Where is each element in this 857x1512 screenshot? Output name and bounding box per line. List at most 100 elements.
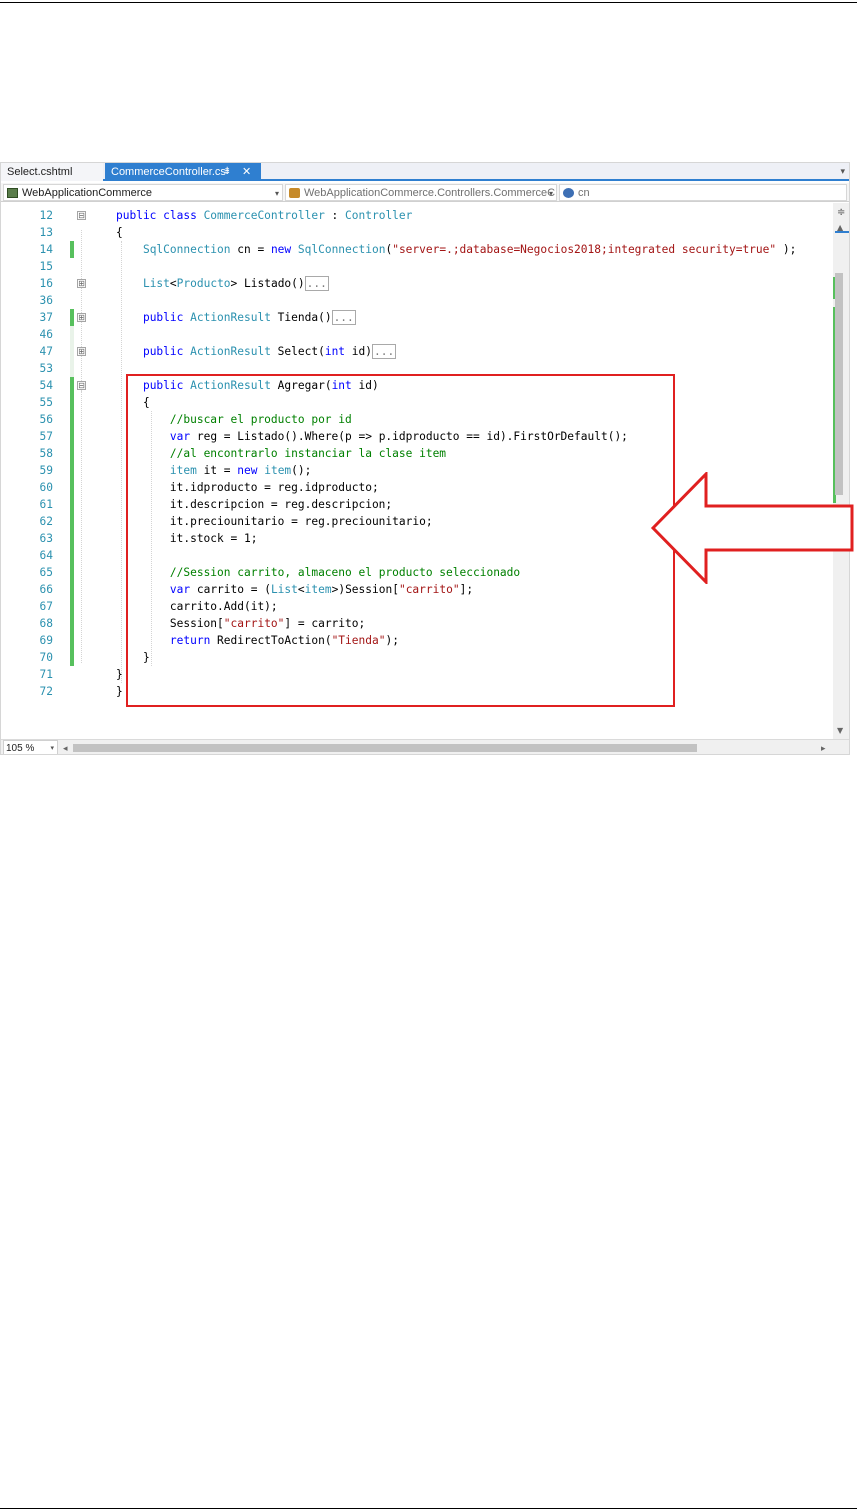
scroll-down-icon[interactable]: ▼ — [837, 726, 843, 735]
change-indicator — [70, 326, 74, 343]
chevron-down-icon: ▾ — [274, 189, 279, 198]
code-line[interactable]: 15 — [1, 258, 831, 275]
code-text: SqlConnection cn = new SqlConnection("se… — [116, 241, 796, 258]
collapsed-region[interactable]: ... — [331, 310, 356, 325]
code-token: ActionResult — [190, 311, 271, 324]
line-number: 54 — [39, 379, 53, 392]
code-token: } — [116, 685, 123, 698]
project-dropdown[interactable]: WebApplicationCommerce ▾ — [3, 184, 283, 201]
collapse-icon[interactable]: ⊟ — [77, 211, 86, 220]
code-line[interactable]: 14 SqlConnection cn = new SqlConnection(… — [1, 241, 831, 258]
line-number: 58 — [39, 447, 53, 460]
code-text: public ActionResult Tienda()... — [116, 309, 356, 326]
change-indicator — [70, 377, 74, 394]
page-bottom-rule — [0, 1508, 857, 1509]
tab-commerce-controller[interactable]: CommerceController.cs ⇟ ✕ — [105, 163, 261, 181]
change-indicator — [70, 581, 74, 598]
line-number: 56 — [39, 413, 53, 426]
code-line[interactable]: 16 ⊞ List<Producto> Listado()... — [1, 275, 831, 292]
change-indicator — [70, 479, 74, 496]
line-number: 71 — [39, 668, 53, 681]
caret-position-marker — [835, 231, 849, 233]
type-dropdown[interactable]: WebApplicationCommerce.Controllers.Comme… — [285, 184, 557, 201]
type-name: WebApplicationCommerce.Controllers.Comme… — [304, 187, 556, 199]
code-token: { — [116, 226, 123, 239]
project-name: WebApplicationCommerce — [22, 187, 153, 199]
code-token: int — [324, 345, 346, 358]
code-token: < — [169, 277, 177, 290]
code-line[interactable]: 36 — [1, 292, 831, 309]
line-number: 63 — [39, 532, 53, 545]
code-token: Select( — [270, 345, 325, 358]
class-icon — [289, 188, 300, 198]
line-number: 57 — [39, 430, 53, 443]
line-number: 16 — [39, 277, 53, 290]
change-indicator — [70, 496, 74, 513]
code-text: public ActionResult Select(int id)... — [116, 343, 397, 360]
tab-label: Select.cshtml — [7, 166, 73, 178]
scroll-left-icon[interactable]: ◂ — [63, 740, 68, 754]
code-token: ); — [776, 243, 797, 256]
line-number: 60 — [39, 481, 53, 494]
line-number: 15 — [39, 260, 53, 273]
close-icon[interactable]: ✕ — [242, 163, 251, 181]
pin-icon[interactable]: ⇟ — [223, 163, 231, 181]
page-top-rule — [0, 2, 857, 3]
tab-select-cshtml[interactable]: Select.cshtml — [1, 163, 103, 181]
line-number: 14 — [39, 243, 53, 256]
code-token: > Listado() — [230, 277, 305, 290]
tab-label: CommerceController.cs — [111, 166, 226, 178]
line-number: 61 — [39, 498, 53, 511]
arrow-shape — [650, 472, 854, 584]
collapsed-region[interactable]: ... — [304, 276, 329, 291]
code-token: "server=.;database=Negocios2018;integrat… — [392, 243, 777, 256]
line-number: 66 — [39, 583, 53, 596]
code-token: cn = — [230, 243, 271, 256]
change-indicator — [70, 309, 74, 326]
change-indicator — [70, 530, 74, 547]
code-line[interactable]: 37 ⊞ public ActionResult Tienda()... — [1, 309, 831, 326]
code-line[interactable]: 13 { — [1, 224, 831, 241]
code-token: Controller — [345, 209, 413, 222]
zoom-dropdown[interactable]: 105 % ▾ — [3, 740, 58, 754]
code-line[interactable]: 12 ⊟ public class CommerceController : Con… — [1, 207, 831, 224]
scroll-right-icon[interactable]: ▸ — [821, 740, 826, 754]
member-dropdown[interactable]: cn — [559, 184, 847, 201]
change-indicator — [70, 513, 74, 530]
change-indicator — [70, 462, 74, 479]
code-token: SqlConnection — [142, 243, 231, 256]
line-number: 68 — [39, 617, 53, 630]
horizontal-scrollbar-thumb[interactable] — [73, 744, 697, 752]
tab-overflow-chevron-icon[interactable]: ▾ — [840, 163, 845, 181]
change-indicator — [70, 547, 74, 564]
code-token: SqlConnection — [297, 243, 386, 256]
collapsed-region[interactable]: ... — [372, 344, 397, 359]
code-token: public — [142, 311, 191, 324]
code-line[interactable]: 47 ⊞ public ActionResult Select(int id)..… — [1, 343, 831, 360]
line-number: 64 — [39, 549, 53, 562]
expand-icon[interactable]: ⊞ — [77, 279, 86, 288]
zoom-level: 105 % — [6, 743, 35, 754]
line-number: 69 — [39, 634, 53, 647]
code-text: } — [116, 683, 123, 700]
code-line[interactable]: 46 — [1, 326, 831, 343]
navigation-bar: WebApplicationCommerce ▾ WebApplicationC… — [1, 183, 849, 202]
expand-icon[interactable]: ⊞ — [77, 347, 86, 356]
chevron-down-icon: ▾ — [50, 745, 54, 752]
scrollbar-thumb[interactable] — [835, 273, 843, 495]
split-handle-icon[interactable]: ≑ — [837, 207, 845, 218]
code-text: } — [116, 666, 123, 683]
change-indicator — [70, 632, 74, 649]
line-number: 70 — [39, 651, 53, 664]
vertical-scrollbar[interactable]: ≑ ▲ ▼ — [833, 203, 849, 739]
collapse-icon[interactable]: ⊟ — [77, 381, 86, 390]
line-number: 13 — [39, 226, 53, 239]
expand-icon[interactable]: ⊞ — [77, 313, 86, 322]
document-tab-bar: Select.cshtml CommerceController.cs ⇟ ✕ … — [1, 163, 849, 181]
red-arrow-annotation — [650, 472, 854, 584]
change-indicator — [70, 615, 74, 632]
code-token: new — [270, 243, 298, 256]
